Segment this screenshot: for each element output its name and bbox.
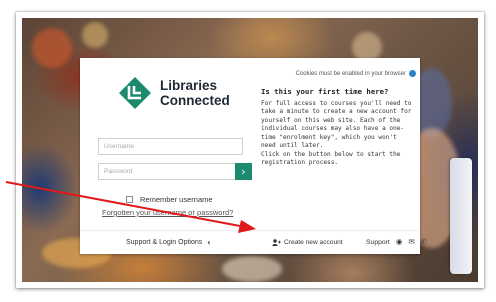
support-links: Support ◉ ✉ ✆ <box>366 236 427 248</box>
screenshot-frame: Libraries Connected › Remember username … <box>16 12 484 288</box>
remember-username-row[interactable]: Remember username <box>126 193 213 205</box>
help-circle-icon[interactable]: ◉ <box>396 236 403 248</box>
cookies-notice-text: Cookies must be enabled in your browser <box>295 71 406 78</box>
logo-line-2: Connected <box>160 93 230 108</box>
support-label: Support <box>366 238 390 246</box>
username-input[interactable] <box>98 138 243 155</box>
chevron-right-icon: › <box>241 165 246 178</box>
registration-paragraph: Click on the button below to start the r… <box>261 151 401 167</box>
remember-username-checkbox[interactable] <box>126 195 133 203</box>
remember-username-label: Remember username <box>140 194 213 204</box>
support-login-options-label: Support & Login Options <box>126 238 203 246</box>
create-new-account-button[interactable]: Create new account <box>272 236 343 248</box>
create-new-account-label: Create new account <box>284 238 343 246</box>
phone-icon[interactable]: ✆ <box>421 236 427 248</box>
footer-divider <box>80 230 420 231</box>
login-card: Libraries Connected › Remember username … <box>80 58 427 254</box>
support-login-options-button[interactable]: Support & Login Options ‹ <box>126 236 211 248</box>
logo-mark-icon <box>119 77 151 109</box>
add-user-icon <box>272 238 281 246</box>
pen-object <box>450 158 472 274</box>
chevron-left-icon: ‹ <box>207 237 211 247</box>
libraries-connected-logo: Libraries Connected <box>116 76 246 112</box>
logo-wordmark: Libraries Connected <box>160 78 250 108</box>
mail-icon[interactable]: ✉ <box>408 236 414 248</box>
first-time-heading: Is this your first time here? <box>261 87 389 96</box>
first-time-paragraph: For full access to courses you'll need t… <box>261 100 412 150</box>
logo-line-1: Libraries <box>160 78 218 93</box>
cookies-notice: Cookies must be enabled in your browser <box>280 70 416 77</box>
password-input[interactable] <box>98 163 243 180</box>
login-submit-button[interactable]: › <box>235 163 252 180</box>
forgot-password-link[interactable]: Forgotten your username or password? <box>102 208 233 217</box>
help-icon[interactable] <box>409 70 416 77</box>
